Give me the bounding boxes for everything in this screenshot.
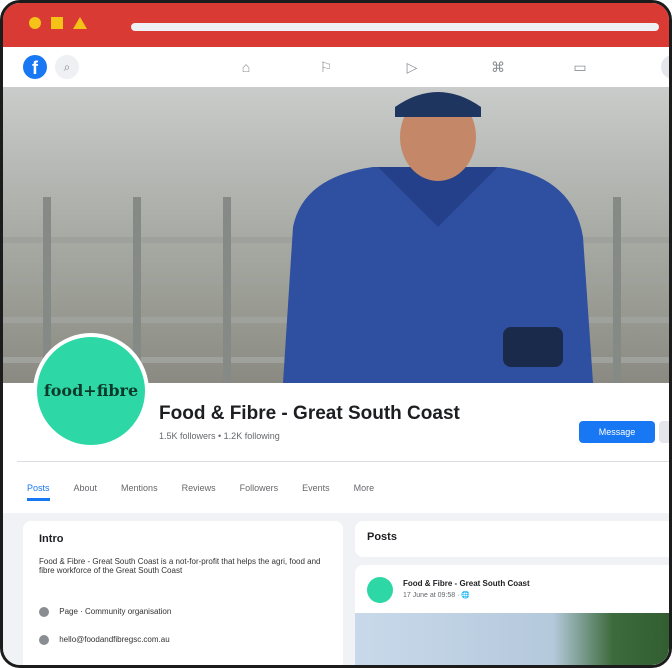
post-card: Food & Fibre - Great South Coast 17 June… — [355, 565, 669, 665]
facebook-navbar: f ⌕ ⌂ ⚐ ▷ ⌘ ▭ — [3, 47, 669, 88]
intro-item-email[interactable]: hello@foodandfibregsc.com.au — [39, 635, 170, 645]
more-options-button[interactable] — [659, 421, 669, 443]
browser-window: f ⌕ ⌂ ⚐ ▷ ⌘ ▭ food+fibre Food & Fibre - … — [0, 0, 672, 668]
avatar-logo-text: food+fibre — [43, 381, 139, 400]
intro-item-category: Page · Community organisation — [39, 607, 171, 617]
intro-card: Intro Food & Fibre - Great South Coast i… — [23, 521, 343, 665]
posts-title: Posts — [367, 531, 397, 543]
tab-about[interactable]: About — [74, 481, 98, 501]
post-image[interactable] — [355, 613, 669, 665]
post-timestamp[interactable]: 17 June at 09:58 · 🌐 — [403, 591, 470, 599]
info-icon — [39, 607, 49, 617]
post-author[interactable]: Food & Fibre - Great South Coast — [403, 579, 530, 588]
page-follower-stats[interactable]: 1.5K followers • 1.2K following — [159, 431, 280, 441]
posts-header: Posts — [355, 521, 669, 557]
search-icon[interactable]: ⌕ — [55, 55, 79, 79]
groups-icon[interactable]: ▭ — [569, 57, 591, 77]
facebook-logo-icon[interactable]: f — [23, 55, 47, 79]
intro-item-category-text: Page · Community organisation — [59, 607, 172, 617]
post-author-avatar[interactable] — [367, 577, 393, 603]
address-bar[interactable] — [131, 23, 659, 31]
page-title: Food & Fibre - Great South Coast — [159, 403, 460, 424]
cover-person-illustration — [283, 92, 593, 383]
home-icon[interactable]: ⌂ — [235, 57, 257, 77]
tab-posts[interactable]: Posts — [27, 481, 50, 501]
profile-divider — [17, 461, 669, 462]
email-icon — [39, 635, 49, 645]
intro-title: Intro — [39, 533, 64, 545]
tab-reviews[interactable]: Reviews — [182, 481, 216, 501]
maximize-window-icon[interactable] — [73, 17, 87, 29]
tab-events[interactable]: Events — [302, 481, 330, 501]
page-avatar[interactable]: food+fibre — [33, 333, 149, 449]
tab-more[interactable]: More — [354, 481, 375, 501]
account-menu-icon[interactable] — [661, 55, 669, 79]
close-window-icon[interactable] — [29, 17, 41, 29]
marketplace-icon[interactable]: ⌘ — [487, 57, 509, 77]
video-icon[interactable]: ▷ — [401, 57, 423, 77]
message-button[interactable]: Message — [579, 421, 655, 443]
window-titlebar — [3, 3, 669, 47]
tab-mentions[interactable]: Mentions — [121, 481, 158, 501]
intro-description: Food & Fibre - Great South Coast is a no… — [39, 557, 321, 575]
minimize-window-icon[interactable] — [51, 17, 63, 29]
tab-followers[interactable]: Followers — [240, 481, 279, 501]
profile-tabs: Posts About Mentions Reviews Followers E… — [27, 481, 374, 501]
intro-item-email-text[interactable]: hello@foodandfibregsc.com.au — [59, 635, 169, 644]
flag-icon[interactable]: ⚐ — [315, 57, 337, 77]
